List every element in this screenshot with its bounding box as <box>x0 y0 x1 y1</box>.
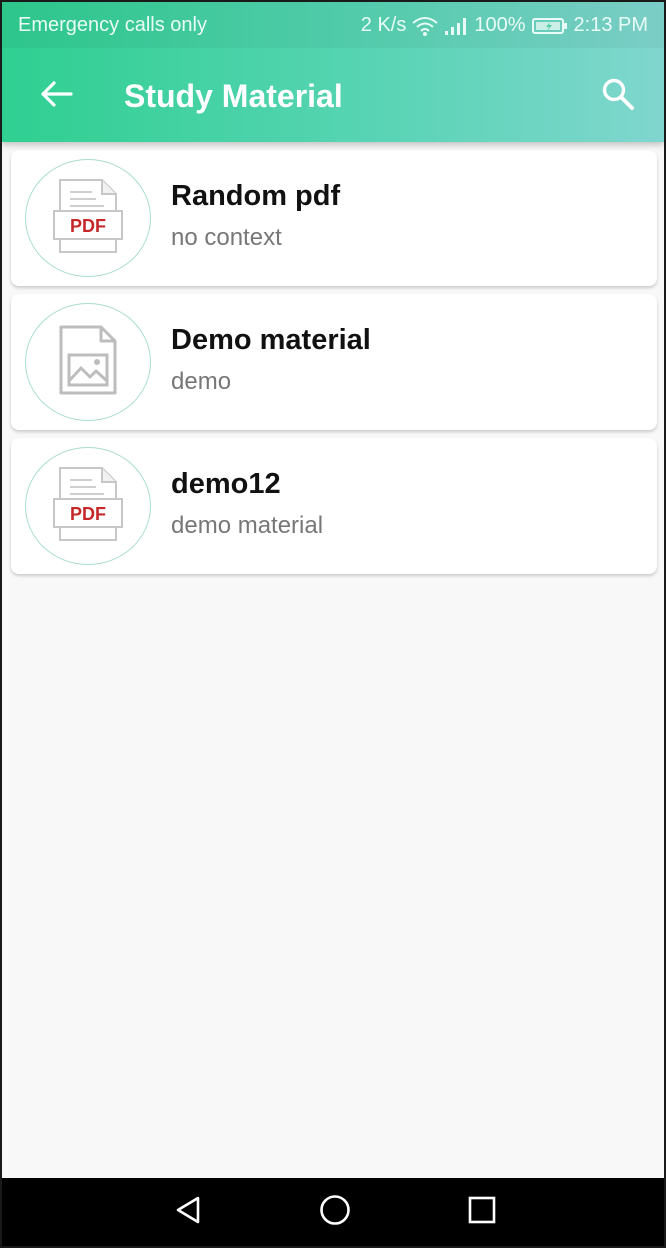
file-thumbnail: PDF <box>25 447 151 565</box>
signal-icon <box>444 16 468 36</box>
app-bar: Study Material <box>2 48 664 142</box>
list-item[interactable]: PDF demo12 demo material <box>11 438 657 574</box>
svg-text:PDF: PDF <box>70 216 106 236</box>
carrier-text: Emergency calls only <box>18 14 207 36</box>
system-nav-bar <box>2 1178 664 1246</box>
pdf-file-icon: PDF <box>52 466 124 547</box>
back-triangle-icon <box>173 1195 203 1230</box>
wifi-icon <box>412 16 438 36</box>
battery-level: 100% <box>474 14 526 36</box>
page-title: Study Material <box>124 78 343 114</box>
arrow-left-icon <box>39 80 73 113</box>
status-indicators: 2 K/s 100% 2:13 PM <box>361 14 648 37</box>
svg-text:PDF: PDF <box>70 504 106 524</box>
image-file-icon <box>57 323 119 402</box>
status-bar: Emergency calls only 2 K/s 100% 2:13 PM <box>2 2 664 48</box>
list-item[interactable]: Demo material demo <box>11 294 657 430</box>
battery-icon <box>531 17 568 35</box>
item-subtitle: no context <box>171 224 282 251</box>
nav-recents-button[interactable] <box>462 1192 502 1232</box>
phone-screen: Emergency calls only 2 K/s 100% 2:13 PM … <box>0 0 666 1248</box>
item-title: Demo material <box>171 324 371 356</box>
nav-back-button[interactable] <box>168 1192 208 1232</box>
item-subtitle: demo material <box>171 512 324 539</box>
search-button[interactable] <box>594 72 642 120</box>
item-title: Random pdf <box>171 180 341 212</box>
back-button[interactable] <box>32 72 80 120</box>
recents-square-icon <box>467 1195 497 1230</box>
nav-home-button[interactable] <box>315 1192 355 1232</box>
pdf-file-icon: PDF <box>52 178 124 259</box>
net-speed: 2 K/s <box>360 14 407 36</box>
study-material-list: PDF Random pdf no context Demo material … <box>11 150 657 582</box>
home-circle-icon <box>319 1194 351 1231</box>
item-title: demo12 <box>171 468 281 500</box>
item-subtitle: demo <box>171 368 232 395</box>
file-thumbnail: PDF <box>25 159 151 277</box>
list-item[interactable]: PDF Random pdf no context <box>11 150 657 286</box>
header: Emergency calls only 2 K/s 100% 2:13 PM … <box>2 2 664 142</box>
file-thumbnail <box>25 303 151 421</box>
clock: 2:13 PM <box>573 14 648 36</box>
search-icon <box>601 77 635 116</box>
